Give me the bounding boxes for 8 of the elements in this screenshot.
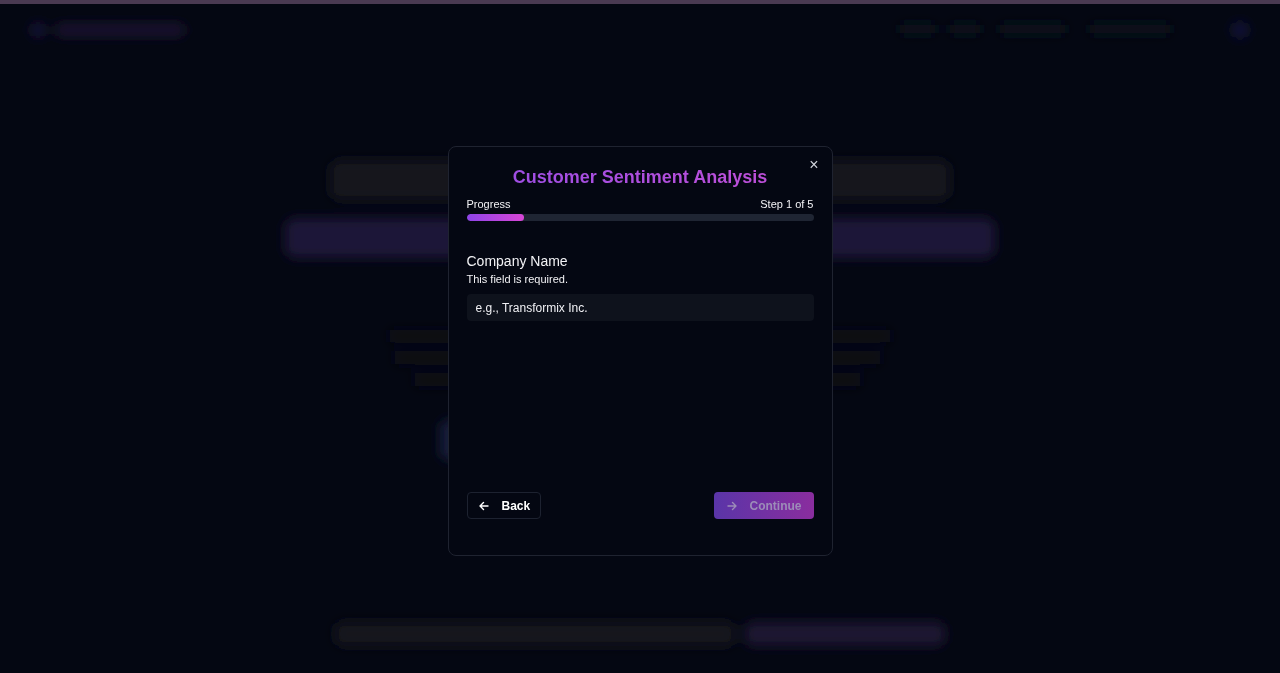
step-counter: Step 1 of 5 <box>760 198 814 210</box>
progress-label: Progress <box>466 198 511 210</box>
arrow-left-icon <box>477 499 490 512</box>
back-button[interactable]: Back <box>466 492 542 519</box>
field-hint: This field is required. <box>466 273 569 285</box>
company-name-field[interactable]: e.g., Transformix Inc. <box>466 294 814 321</box>
field-label: Company Name <box>466 253 569 269</box>
arrow-right-icon <box>725 499 738 512</box>
